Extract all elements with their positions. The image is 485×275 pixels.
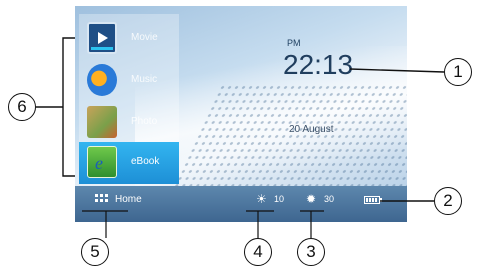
callout-5: 5 <box>81 238 109 266</box>
callout-4: 4 <box>244 238 272 266</box>
callout-6: 6 <box>8 93 36 121</box>
callout-1: 1 <box>444 58 472 86</box>
callout-leader-lines <box>36 37 445 238</box>
callout-3: 3 <box>297 238 325 266</box>
callout-2: 2 <box>434 187 462 215</box>
